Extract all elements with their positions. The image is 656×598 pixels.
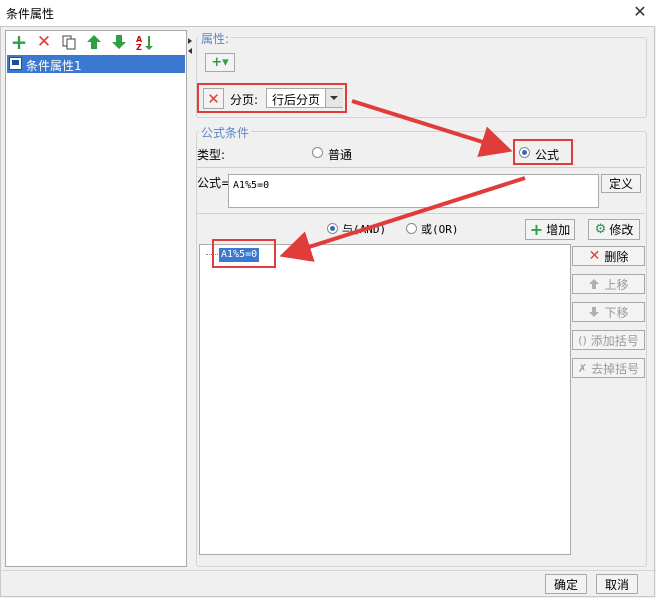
modify-condition-button[interactable]: ⚙ 修改 bbox=[588, 219, 640, 240]
logic-and-radio[interactable] bbox=[327, 223, 338, 234]
paging-label: 分页: bbox=[230, 93, 259, 107]
type-label: 类型: bbox=[197, 148, 226, 162]
add-condition-button[interactable]: + 增加 bbox=[525, 219, 575, 240]
move-down-button[interactable]: 下移 bbox=[572, 302, 645, 322]
paging-select[interactable]: 行后分页 bbox=[266, 88, 343, 108]
logic-or-radio[interactable] bbox=[406, 223, 417, 234]
sort-icon[interactable]: AZ bbox=[135, 33, 153, 51]
condition-list-panel bbox=[5, 30, 187, 567]
condition-list[interactable] bbox=[199, 244, 571, 555]
add-condition-label: 增加 bbox=[546, 223, 571, 237]
brackets-icon: () bbox=[578, 333, 587, 347]
type-formula-label: 公式 bbox=[535, 148, 560, 162]
remove-brackets-icon: ✗ bbox=[577, 361, 588, 375]
arrow-down-icon bbox=[589, 307, 600, 317]
divider bbox=[197, 213, 645, 214]
window-title: 条件属性 bbox=[6, 7, 55, 21]
type-normal-label: 普通 bbox=[328, 148, 353, 162]
properties-legend: 属性: bbox=[199, 30, 232, 47]
logic-and-label: 与(AND) bbox=[342, 223, 387, 236]
footer-divider bbox=[0, 570, 656, 571]
add-brackets-button[interactable]: () 添加括号 bbox=[572, 330, 645, 350]
move-down-label: 下移 bbox=[604, 305, 629, 320]
add-icon: + bbox=[529, 220, 544, 239]
type-formula-radio[interactable] bbox=[519, 147, 530, 158]
type-normal-radio[interactable] bbox=[312, 147, 323, 158]
gear-icon: ⚙ bbox=[594, 222, 607, 237]
move-up-icon[interactable] bbox=[85, 33, 103, 51]
divider bbox=[197, 167, 645, 168]
formula-label: 公式= bbox=[197, 176, 232, 190]
modify-condition-label: 修改 bbox=[609, 223, 634, 237]
add-property-button[interactable]: +▾ bbox=[205, 53, 235, 72]
tree-item-label: 条件属性1 bbox=[26, 59, 82, 73]
remove-brackets-label: 去掉括号 bbox=[591, 361, 640, 376]
logic-or-label: 或(OR) bbox=[421, 223, 459, 236]
svg-text:Z: Z bbox=[136, 43, 142, 51]
delete-icon[interactable]: ✕ bbox=[35, 32, 53, 52]
delete-icon: ✕ bbox=[207, 89, 220, 108]
add-brackets-label: 添加括号 bbox=[590, 333, 639, 348]
delete-icon: ✕ bbox=[588, 248, 601, 264]
formula-text: A1%5=0 bbox=[233, 180, 270, 191]
ok-button[interactable]: 确定 bbox=[545, 574, 587, 594]
delete-condition-button[interactable]: ✕ 删除 bbox=[572, 246, 645, 266]
formula-condition-legend: 公式条件 bbox=[199, 124, 252, 141]
list-item[interactable]: A1%5=0 bbox=[219, 248, 260, 262]
chevron-down-icon[interactable] bbox=[325, 89, 343, 107]
move-up-label: 上移 bbox=[604, 277, 629, 292]
condition-item-icon bbox=[9, 57, 22, 70]
arrow-up-icon bbox=[589, 279, 600, 289]
delete-condition-label: 删除 bbox=[604, 249, 629, 264]
remove-brackets-button[interactable]: ✗ 去掉括号 bbox=[572, 358, 645, 378]
close-icon[interactable]: ✕ bbox=[630, 2, 650, 22]
splitter[interactable] bbox=[187, 30, 193, 567]
formula-input[interactable]: A1%5=0 bbox=[228, 174, 599, 208]
move-down-icon[interactable] bbox=[110, 33, 128, 51]
define-button[interactable]: 定义 bbox=[601, 174, 641, 193]
remove-paging-button[interactable]: ✕ bbox=[203, 88, 224, 109]
left-toolbar: + ✕ AZ bbox=[10, 30, 153, 54]
tree-item[interactable]: 条件属性1 bbox=[7, 55, 185, 73]
paging-value: 行后分页 bbox=[272, 93, 321, 107]
move-up-button[interactable]: 上移 bbox=[572, 274, 645, 294]
title-bar bbox=[0, 0, 656, 26]
cancel-button[interactable]: 取消 bbox=[596, 574, 638, 594]
copy-icon[interactable] bbox=[60, 33, 78, 51]
collapse-arrows-icon[interactable] bbox=[187, 38, 193, 58]
add-icon[interactable]: + bbox=[10, 30, 28, 54]
